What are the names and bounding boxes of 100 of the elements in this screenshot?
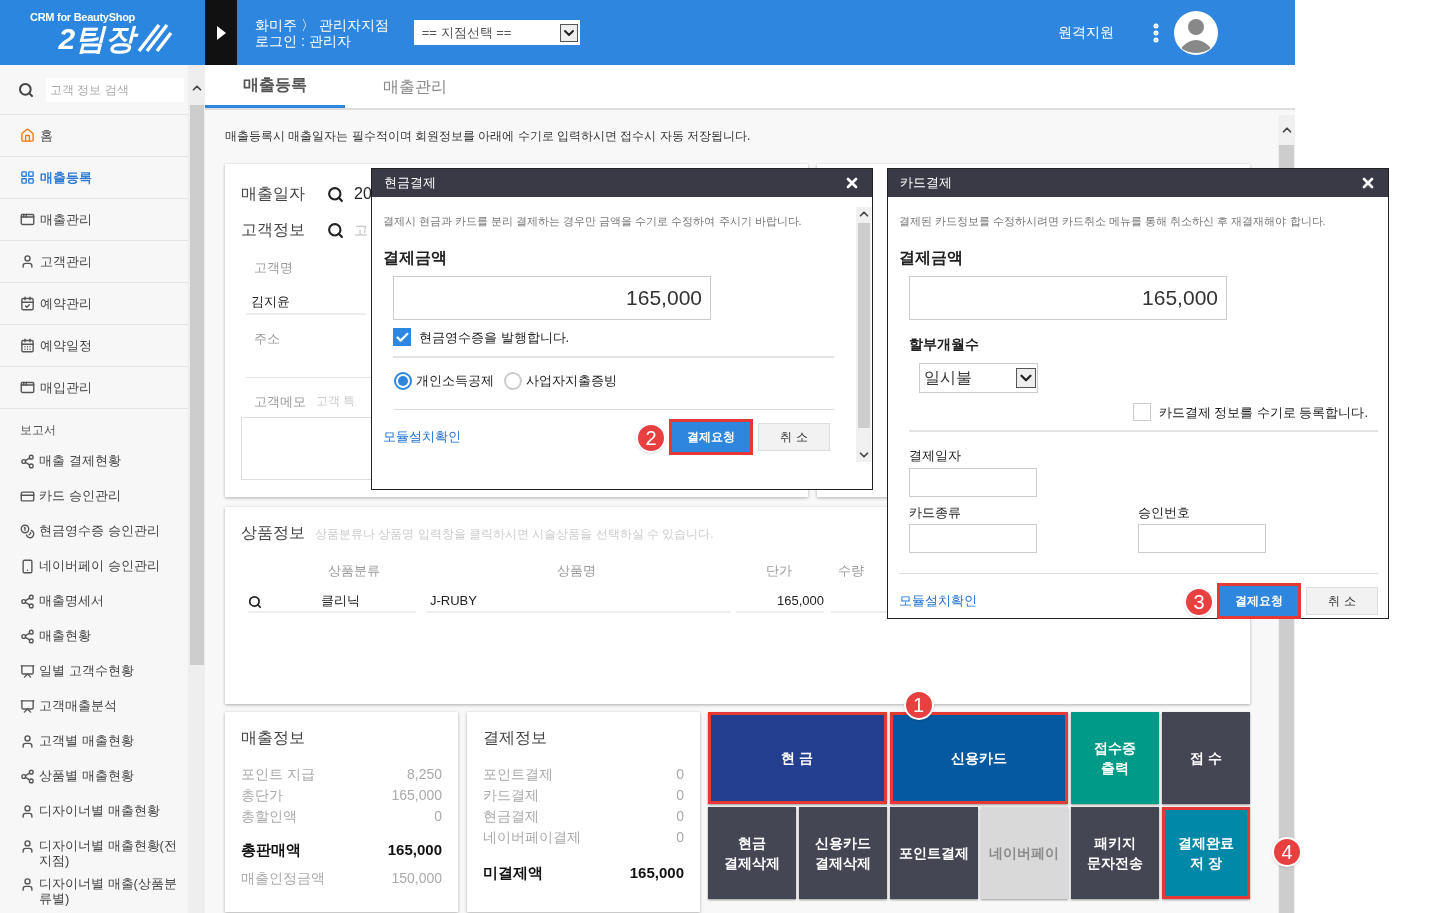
share-icon (20, 594, 35, 609)
row-value: 8,250 (406, 765, 442, 784)
branch-select[interactable]: == 지점선택 == (413, 20, 580, 45)
report-item[interactable]: 디자이너별 매출현황 (0, 795, 188, 830)
payment-button[interactable]: 결제완료 저 장 (1162, 807, 1250, 899)
table-cell[interactable]: 165,000 (736, 590, 824, 613)
date-field[interactable]: 20 (354, 182, 372, 206)
report-item[interactable]: 네이버페이 승인관리 (0, 550, 188, 585)
cancel-button[interactable]: 취 소 (1306, 587, 1378, 615)
scrollbar[interactable] (188, 65, 205, 913)
window-icon (20, 380, 35, 395)
checkbox[interactable] (1132, 403, 1151, 422)
login-info: 로그인 : 관리자 (255, 32, 351, 49)
report-item[interactable]: 디자이너별 매출현황(전지점) (0, 830, 188, 868)
triangle-icon (216, 25, 226, 40)
input-field[interactable] (1138, 524, 1266, 553)
column-header: 수량 (837, 562, 865, 580)
report-item[interactable]: 상품별 매출현황 (0, 760, 188, 795)
field-label: 고객명 (254, 259, 293, 277)
pay-request-button[interactable]: 결제요청 (1220, 586, 1298, 616)
row-value: 0 (434, 807, 442, 826)
phone-icon (20, 559, 35, 574)
payment-button[interactable]: 패키지 문자전송 (1071, 807, 1160, 899)
input-field[interactable] (909, 524, 1037, 553)
home-icon (20, 128, 35, 143)
field-label: 고객정보 (241, 220, 306, 240)
total-value: 165,000 (629, 863, 684, 883)
total-value: 165,000 (387, 840, 442, 860)
pay-request-button[interactable]: 결제요청 (672, 421, 750, 452)
payment-button[interactable]: 포인트결제 (889, 807, 978, 899)
table-cell[interactable]: 클리닉 (248, 590, 416, 613)
report-item[interactable]: 카드 승인관리 (0, 480, 188, 515)
amount-label: 결제금액 (383, 247, 447, 268)
row-label: 포인트 지급 (241, 765, 315, 784)
report-item[interactable]: 매출 결제현황 (0, 445, 188, 480)
calendar-icon (20, 296, 35, 311)
radio-label: 사업자지출증빙 (526, 372, 617, 390)
dropdown-icon (559, 23, 578, 42)
row-label: 포인트결제 (483, 765, 553, 784)
column-header: 단가 (764, 562, 793, 580)
row-value: 0 (676, 786, 684, 805)
amount-field[interactable]: 165,000 (393, 275, 711, 320)
search-icon[interactable] (248, 595, 262, 609)
search-icon[interactable] (327, 221, 344, 239)
report-item[interactable]: 디자이너별 매출(상품분류별) (0, 868, 188, 906)
step-badge: 4 (1272, 837, 1302, 867)
report-item[interactable]: 현금영수증 승인관리 (0, 515, 188, 550)
report-item[interactable]: 매출명세서 (0, 585, 188, 620)
breadcrumb: 화미주 〉 관리자지점 (255, 16, 389, 33)
close-icon[interactable] (844, 175, 860, 191)
cancel-button[interactable]: 취 소 (758, 422, 830, 451)
close-icon[interactable] (1360, 175, 1376, 191)
avatar[interactable] (1174, 10, 1218, 55)
row-value: 0 (676, 765, 684, 784)
report-item[interactable]: 고객별 매출현황 (0, 725, 188, 760)
table-cell[interactable]: J-RUBY (426, 590, 731, 613)
report-item[interactable]: 고객매출분석 (0, 690, 188, 725)
payment-button[interactable]: 현 금 (708, 712, 887, 804)
remote-support-link[interactable]: 원격지원 (1058, 22, 1114, 43)
card-icon (20, 489, 35, 504)
search-icon (18, 81, 34, 98)
dialog-title: 카드결제 (900, 174, 952, 193)
person-icon (20, 254, 35, 269)
amount-field[interactable]: 165,000 (909, 275, 1227, 320)
total-label: 총판매액 (241, 840, 301, 860)
share-icon (20, 629, 35, 644)
chart-icon (20, 699, 35, 714)
checkbox-label: 현금영수증을 발행합니다. (419, 328, 570, 347)
step-badge: 2 (636, 422, 666, 453)
input-field[interactable] (909, 467, 1037, 497)
field-label: 고객메모 (254, 392, 306, 411)
name-field[interactable]: 김지윤 (246, 291, 366, 315)
radio-button[interactable] (394, 371, 412, 390)
row-value: 0 (676, 828, 684, 847)
module-check-link[interactable]: 모듈설치확인 (383, 426, 461, 447)
checkbox[interactable] (393, 328, 411, 347)
search-field[interactable]: 고객 정보 검색 (46, 77, 184, 102)
tab[interactable]: 매출관리 (345, 65, 485, 108)
installment-select[interactable]: 일시불 (919, 362, 1038, 393)
grid-icon (20, 170, 35, 185)
step-badge: 3 (1184, 587, 1214, 617)
search-icon[interactable] (327, 185, 344, 203)
radio-button[interactable] (504, 371, 522, 390)
total-label: 미결제액 (483, 863, 543, 883)
row-label: 카드결제 (483, 786, 539, 805)
field-label: 카드종류 (909, 503, 961, 522)
dialog-note: 결제된 카드정보를 수정하시려면 카드취소 메뉴를 통해 취소하신 후 재결재해야 합니다. (899, 214, 1327, 229)
report-item[interactable]: 매출현황 (0, 620, 188, 655)
row-label: 네이버페이결제 (483, 828, 581, 847)
dropdown-icon (1016, 367, 1036, 388)
scrollbar[interactable] (856, 207, 871, 462)
report-item[interactable]: 일별 고객수현황 (0, 655, 188, 690)
payment-button[interactable]: 신용카드 결제삭제 (798, 807, 887, 899)
payment-button[interactable]: 접 수 (1162, 712, 1250, 804)
row-value: 150,000 (391, 868, 442, 888)
payment-button[interactable]: 현금 결제삭제 (708, 807, 796, 899)
sidebar-toggle[interactable] (205, 0, 237, 65)
payment-button[interactable]: 신용카드 (889, 712, 1069, 804)
chart-icon (20, 664, 35, 679)
module-check-link[interactable]: 모듈설치확인 (899, 591, 977, 611)
